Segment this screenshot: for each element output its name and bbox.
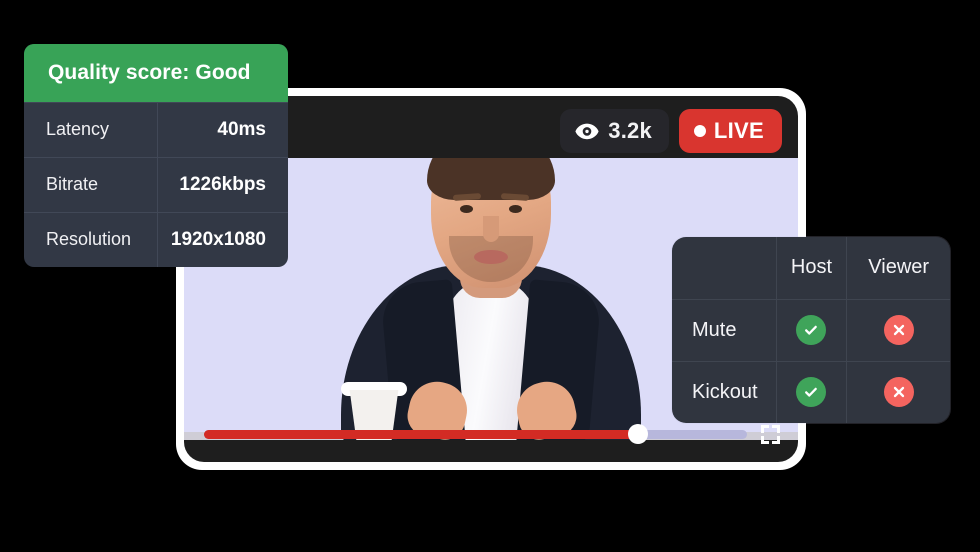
table-row: Resolution 1920x1080 <box>24 212 288 267</box>
screenshot-stage: 3.2k LIVE Quality score: Good Latency 40… <box>0 0 980 552</box>
stat-label-resolution: Resolution <box>24 213 158 267</box>
x-circle-icon <box>883 377 914 408</box>
table-row: Mute <box>672 298 950 362</box>
permissions-column-host: Host <box>775 237 848 300</box>
presenter-figure <box>281 158 701 440</box>
permission-mute-host[interactable] <box>775 298 848 362</box>
permissions-header-row: Host Viewer <box>672 237 950 300</box>
presenter-nose <box>483 216 499 242</box>
x-circle-icon <box>883 315 914 345</box>
viewer-count-label: 3.2k <box>608 118 652 143</box>
permissions-column-viewer: Viewer <box>846 237 950 300</box>
presenter-eye-left <box>460 205 473 213</box>
stat-value-latency: 40ms <box>217 119 266 140</box>
stat-label-bitrate: Bitrate <box>24 158 158 212</box>
presenter-mouth <box>474 250 508 264</box>
check-circle-icon <box>796 315 827 345</box>
eye-icon <box>575 123 599 140</box>
permission-kickout-host[interactable] <box>775 360 848 423</box>
fullscreen-icon[interactable] <box>761 424 780 444</box>
progress-bar-thumb[interactable] <box>628 424 649 444</box>
permissions-card: Host Viewer Mute Kickout <box>672 237 950 423</box>
quality-score-card: Quality score: Good Latency 40ms Bitrate… <box>24 44 288 267</box>
stat-value-resolution: 1920x1080 <box>170 229 266 250</box>
check-circle-icon <box>796 377 827 408</box>
permissions-corner-cell <box>672 237 777 300</box>
table-row: Kickout <box>672 360 950 423</box>
permission-kickout-viewer[interactable] <box>846 360 950 423</box>
permission-action-kickout: Kickout <box>672 360 777 423</box>
presenter-eye-right <box>509 205 522 213</box>
table-row: Bitrate 1226kbps <box>24 157 288 212</box>
stat-value-bitrate: 1226kbps <box>179 174 266 195</box>
progress-bar[interactable] <box>204 424 747 444</box>
stat-label-latency: Latency <box>24 103 158 157</box>
progress-bar-fill <box>204 429 639 439</box>
live-badge-label: LIVE <box>713 118 764 143</box>
permission-action-mute: Mute <box>672 298 777 362</box>
permission-mute-viewer[interactable] <box>846 298 950 362</box>
table-row: Latency 40ms <box>24 102 288 157</box>
permissions-table: Host Viewer Mute Kickout <box>672 237 950 423</box>
live-badge[interactable]: LIVE <box>678 109 782 153</box>
viewer-count-badge[interactable]: 3.2k <box>560 109 669 153</box>
quality-score-header: Quality score: Good <box>24 44 288 102</box>
live-dot-icon <box>693 125 706 137</box>
